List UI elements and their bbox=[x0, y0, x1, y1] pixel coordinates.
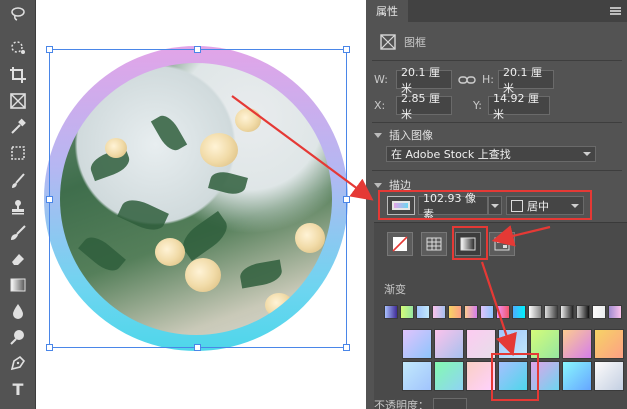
pattern-button[interactable] bbox=[489, 232, 515, 256]
annotation-box-stroke bbox=[378, 190, 592, 220]
link-icon[interactable] bbox=[458, 75, 476, 85]
document-canvas[interactable] bbox=[36, 0, 366, 409]
dodge-icon[interactable] bbox=[5, 326, 31, 348]
blur-icon[interactable] bbox=[5, 300, 31, 322]
adobe-stock-select[interactable]: 在 Adobe Stock 上查找 bbox=[386, 146, 596, 162]
stamp-icon[interactable] bbox=[5, 196, 31, 218]
eraser-icon[interactable] bbox=[5, 248, 31, 270]
resize-handle[interactable] bbox=[343, 344, 350, 351]
gradient-preset[interactable] bbox=[594, 361, 624, 391]
size-row: W: 20.1 厘米 H: 20.1 厘米 bbox=[374, 66, 554, 95]
brush-icon[interactable] bbox=[5, 170, 31, 192]
resize-handle[interactable] bbox=[46, 46, 53, 53]
height-label: H: bbox=[482, 73, 494, 86]
opacity-row: 不透明度： bbox=[374, 397, 467, 409]
gradient-swatch[interactable] bbox=[400, 305, 414, 319]
opacity-field[interactable] bbox=[433, 398, 467, 409]
chevron-down-icon bbox=[583, 152, 591, 156]
gradient-preset[interactable] bbox=[562, 329, 592, 359]
resize-handle[interactable] bbox=[194, 46, 201, 53]
gradient-preset[interactable] bbox=[594, 329, 624, 359]
gradient-swatch[interactable] bbox=[592, 305, 606, 319]
gradient-preset[interactable] bbox=[434, 361, 464, 391]
lasso-icon[interactable] bbox=[5, 2, 31, 24]
adobe-stock-select-value: 在 Adobe Stock 上查找 bbox=[391, 148, 511, 161]
divider bbox=[372, 122, 622, 123]
resize-handle[interactable] bbox=[46, 196, 53, 203]
gradient-preset[interactable] bbox=[402, 361, 432, 391]
annotation-box-preset bbox=[491, 353, 539, 401]
app-window: T 属性 图框 W: 20.1 厘米 H: 20.1 厘米 X: 2.85 厘米… bbox=[0, 0, 627, 409]
object-type-label: 图框 bbox=[404, 36, 426, 49]
chevron-down-icon bbox=[374, 182, 382, 188]
gradient-swatch[interactable] bbox=[416, 305, 430, 319]
gradient-preset[interactable] bbox=[562, 361, 592, 391]
gradient-title: 渐变 bbox=[384, 283, 406, 296]
quick-select-icon[interactable] bbox=[5, 36, 31, 58]
x-field[interactable]: 2.85 厘米 bbox=[396, 92, 452, 121]
gradient-swatch[interactable] bbox=[464, 305, 478, 319]
width-label: W: bbox=[374, 73, 388, 86]
crop-icon[interactable] bbox=[5, 64, 31, 86]
gradient-swatch[interactable] bbox=[544, 305, 558, 319]
tab-properties[interactable]: 属性 bbox=[366, 0, 408, 22]
resize-handle[interactable] bbox=[343, 196, 350, 203]
frame-icon[interactable] bbox=[5, 90, 31, 112]
eyedropper-icon[interactable] bbox=[5, 116, 31, 138]
gradient-swatch[interactable] bbox=[384, 305, 398, 319]
gradient-preset[interactable] bbox=[402, 329, 432, 359]
resize-handle[interactable] bbox=[343, 46, 350, 53]
gradient-preset[interactable] bbox=[434, 329, 464, 359]
tools-panel: T bbox=[0, 0, 36, 409]
gradient-swatch[interactable] bbox=[560, 305, 574, 319]
insert-image-title: 插入图像 bbox=[389, 129, 433, 142]
healing-icon[interactable] bbox=[5, 142, 31, 164]
chevron-down-icon bbox=[374, 132, 382, 138]
gradient-swatch[interactable] bbox=[496, 305, 510, 319]
x-label: X: bbox=[374, 99, 386, 112]
gradient-swatch[interactable] bbox=[480, 305, 494, 319]
type-icon[interactable]: T bbox=[5, 378, 31, 400]
object-type-row: 图框 bbox=[380, 34, 426, 50]
pen-icon[interactable] bbox=[5, 352, 31, 374]
solid-color-button[interactable] bbox=[421, 232, 447, 256]
height-field[interactable]: 20.1 厘米 bbox=[498, 66, 554, 95]
frame-icon bbox=[380, 34, 396, 50]
gradient-swatch[interactable] bbox=[448, 305, 462, 319]
gradient-swatch[interactable] bbox=[576, 305, 590, 319]
annotation-box-gradient-button bbox=[452, 226, 488, 260]
frame-selection-box[interactable] bbox=[49, 49, 347, 348]
position-row: X: 2.85 厘米 Y: 14.92 厘米 bbox=[374, 92, 550, 121]
divider bbox=[372, 60, 622, 61]
opacity-label: 不透明度： bbox=[374, 399, 429, 409]
history-brush-icon[interactable] bbox=[5, 222, 31, 244]
insert-image-section[interactable]: 插入图像 bbox=[374, 127, 433, 143]
gradient-swatch[interactable] bbox=[432, 305, 446, 319]
resize-handle[interactable] bbox=[46, 344, 53, 351]
divider bbox=[372, 170, 622, 171]
resize-handle[interactable] bbox=[194, 344, 201, 351]
panel-menu-icon[interactable] bbox=[610, 7, 621, 15]
gradient-swatch[interactable] bbox=[528, 305, 542, 319]
gradient-swatch[interactable] bbox=[512, 305, 526, 319]
no-fill-button[interactable] bbox=[387, 232, 413, 256]
gradient-icon[interactable] bbox=[5, 274, 31, 296]
width-field[interactable]: 20.1 厘米 bbox=[396, 66, 452, 95]
y-field[interactable]: 14.92 厘米 bbox=[488, 92, 550, 121]
panel-header: 属性 bbox=[366, 0, 627, 22]
y-label: Y: bbox=[473, 99, 482, 112]
gradient-swatch[interactable] bbox=[608, 305, 622, 319]
